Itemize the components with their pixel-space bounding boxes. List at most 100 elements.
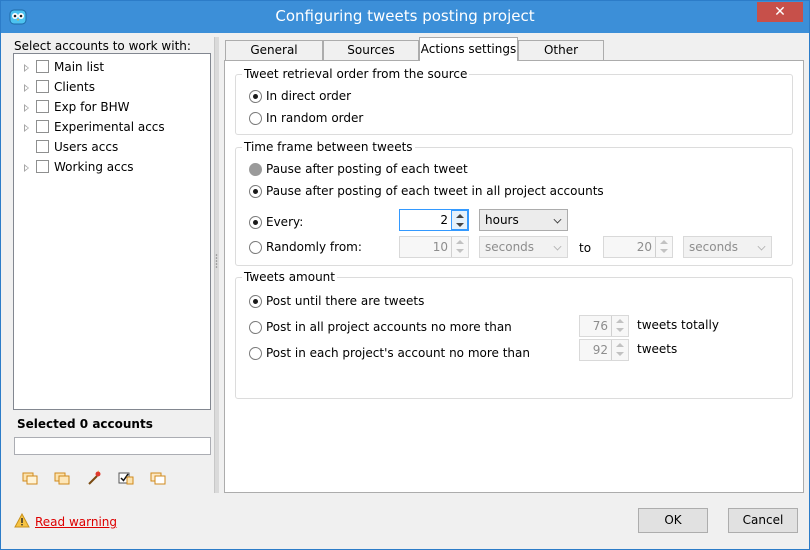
radio-random-order[interactable] [249,112,262,125]
add-accounts-icon[interactable] [22,470,38,486]
tweets-label: tweets [637,342,678,356]
radio-post-all-accounts-limit[interactable] [249,321,262,334]
arrow-up-icon[interactable] [456,240,464,244]
radio-label: In random order [266,111,364,125]
radio-randomly-from[interactable] [249,241,262,254]
check-all-icon[interactable] [118,470,134,486]
uncheck-all-icon[interactable] [150,470,166,486]
window-title: Configuring tweets posting project [275,7,535,25]
chevron-down-icon [553,242,562,251]
accounts-filter-input[interactable] [14,437,211,455]
read-warning-link[interactable]: Read warning [35,515,117,529]
splitter-grip-icon [215,254,218,268]
arrow-up-icon[interactable] [616,319,624,323]
tree-item-label: Exp for BHW [54,100,130,114]
arrow-up-icon[interactable] [616,343,624,347]
stepper-buttons[interactable] [451,210,468,230]
radio-direct-order[interactable] [249,90,262,103]
chevron-down-icon [553,215,562,224]
arrow-down-icon[interactable] [616,328,624,332]
each-account-limit-stepper[interactable]: 92 [579,339,629,361]
magic-wand-icon[interactable] [86,470,102,486]
actions-settings-panel: Tweet retrieval order from the source In… [224,60,804,493]
radio-pause-each-tweet[interactable] [249,163,262,176]
group-title: Time frame between tweets [242,140,415,154]
arrow-up-icon[interactable] [456,214,464,218]
stepper-buttons[interactable] [451,237,468,257]
random-from-stepper[interactable]: 10 [399,236,469,258]
expand-arrow-icon[interactable] [24,64,29,72]
accounts-tree[interactable]: Main list Clients Exp for BHW Experiment… [13,53,211,410]
arrow-down-icon[interactable] [660,249,668,253]
radio-pause-all-accounts[interactable] [249,185,262,198]
time-frame-group: Time frame between tweets Pause after po… [235,140,793,266]
tree-item-label: Working accs [54,160,134,174]
tree-checkbox[interactable] [36,140,49,153]
radio-label: Every: [266,215,304,229]
radio-label: Pause after posting of each tweet in all… [266,184,604,198]
arrow-up-icon[interactable] [660,240,668,244]
tree-item-users-accs[interactable]: Users accs [14,138,210,158]
select-value: hours [485,213,519,227]
accounts-label: Select accounts to work with: [14,39,191,53]
chevron-down-icon [757,242,766,251]
select-value: seconds [689,240,739,254]
every-unit-select[interactable]: hours [479,209,568,231]
cancel-button[interactable]: Cancel [728,508,798,533]
stepper-value: 2 [440,213,448,227]
every-value-stepper[interactable]: 2 [399,209,469,231]
warning-icon [14,513,30,528]
stepper-value: 20 [636,240,652,254]
stepper-buttons[interactable] [611,340,628,360]
tree-checkbox[interactable] [36,100,49,113]
tree-item-label: Clients [54,80,95,94]
arrow-down-icon[interactable] [456,223,464,227]
all-accounts-limit-stepper[interactable]: 76 [579,315,629,337]
stepper-buttons[interactable] [655,237,672,257]
to-label: to [579,241,592,255]
expand-arrow-icon[interactable] [24,84,29,92]
radio-label: Pause after posting of each tweet [266,162,468,176]
tab-general-settings[interactable]: General settings [225,40,323,75]
group-title: Tweet retrieval order from the source [242,67,470,81]
tree-checkbox[interactable] [36,80,49,93]
arrow-down-icon[interactable] [616,352,624,356]
tree-checkbox[interactable] [36,60,49,73]
radio-label: Post in each project's account no more t… [266,346,530,360]
tree-item-label: Experimental accs [54,120,165,134]
radio-every[interactable] [249,216,262,229]
tree-item-exp-for-bhw[interactable]: Exp for BHW [14,98,210,118]
ok-button[interactable]: OK [638,508,708,533]
radio-post-each-account-limit[interactable] [249,347,262,360]
stepper-value: 76 [592,319,608,333]
tree-item-clients[interactable]: Clients [14,78,210,98]
random-to-unit-select[interactable]: seconds [683,236,772,258]
arrow-down-icon[interactable] [456,249,464,253]
radio-label: Randomly from: [266,240,362,254]
random-to-stepper[interactable]: 20 [603,236,673,258]
close-button[interactable]: ✕ [757,2,803,22]
tree-item-main-list[interactable]: Main list [14,58,210,78]
dialog-body: Select accounts to work with: Main list … [8,33,804,545]
tab-actions-settings[interactable]: Actions settings [419,37,518,61]
stepper-buttons[interactable] [611,316,628,336]
tweets-totally-label: tweets totally [637,318,719,332]
tweets-amount-group: Tweets amount Post until there are tweet… [235,270,793,399]
dialog-window: Configuring tweets posting project ✕ Sel… [0,0,810,550]
retrieval-order-group: Tweet retrieval order from the source In… [235,67,793,135]
expand-arrow-icon[interactable] [24,164,29,172]
tree-item-experimental-accs[interactable]: Experimental accs [14,118,210,138]
radio-post-until-tweets[interactable] [249,295,262,308]
select-value: seconds [485,240,535,254]
random-from-unit-select[interactable]: seconds [479,236,568,258]
tab-other-settings[interactable]: Other settings [518,40,604,75]
remove-accounts-icon[interactable] [54,470,70,486]
expand-arrow-icon[interactable] [24,104,29,112]
radio-label: Post until there are tweets [266,294,425,308]
tab-sources-settings[interactable]: Sources settings [323,40,419,75]
expand-arrow-icon[interactable] [24,124,29,132]
title-bar[interactable]: Configuring tweets posting project ✕ [1,1,809,33]
tree-item-working-accs[interactable]: Working accs [14,158,210,178]
tree-checkbox[interactable] [36,160,49,173]
tree-checkbox[interactable] [36,120,49,133]
